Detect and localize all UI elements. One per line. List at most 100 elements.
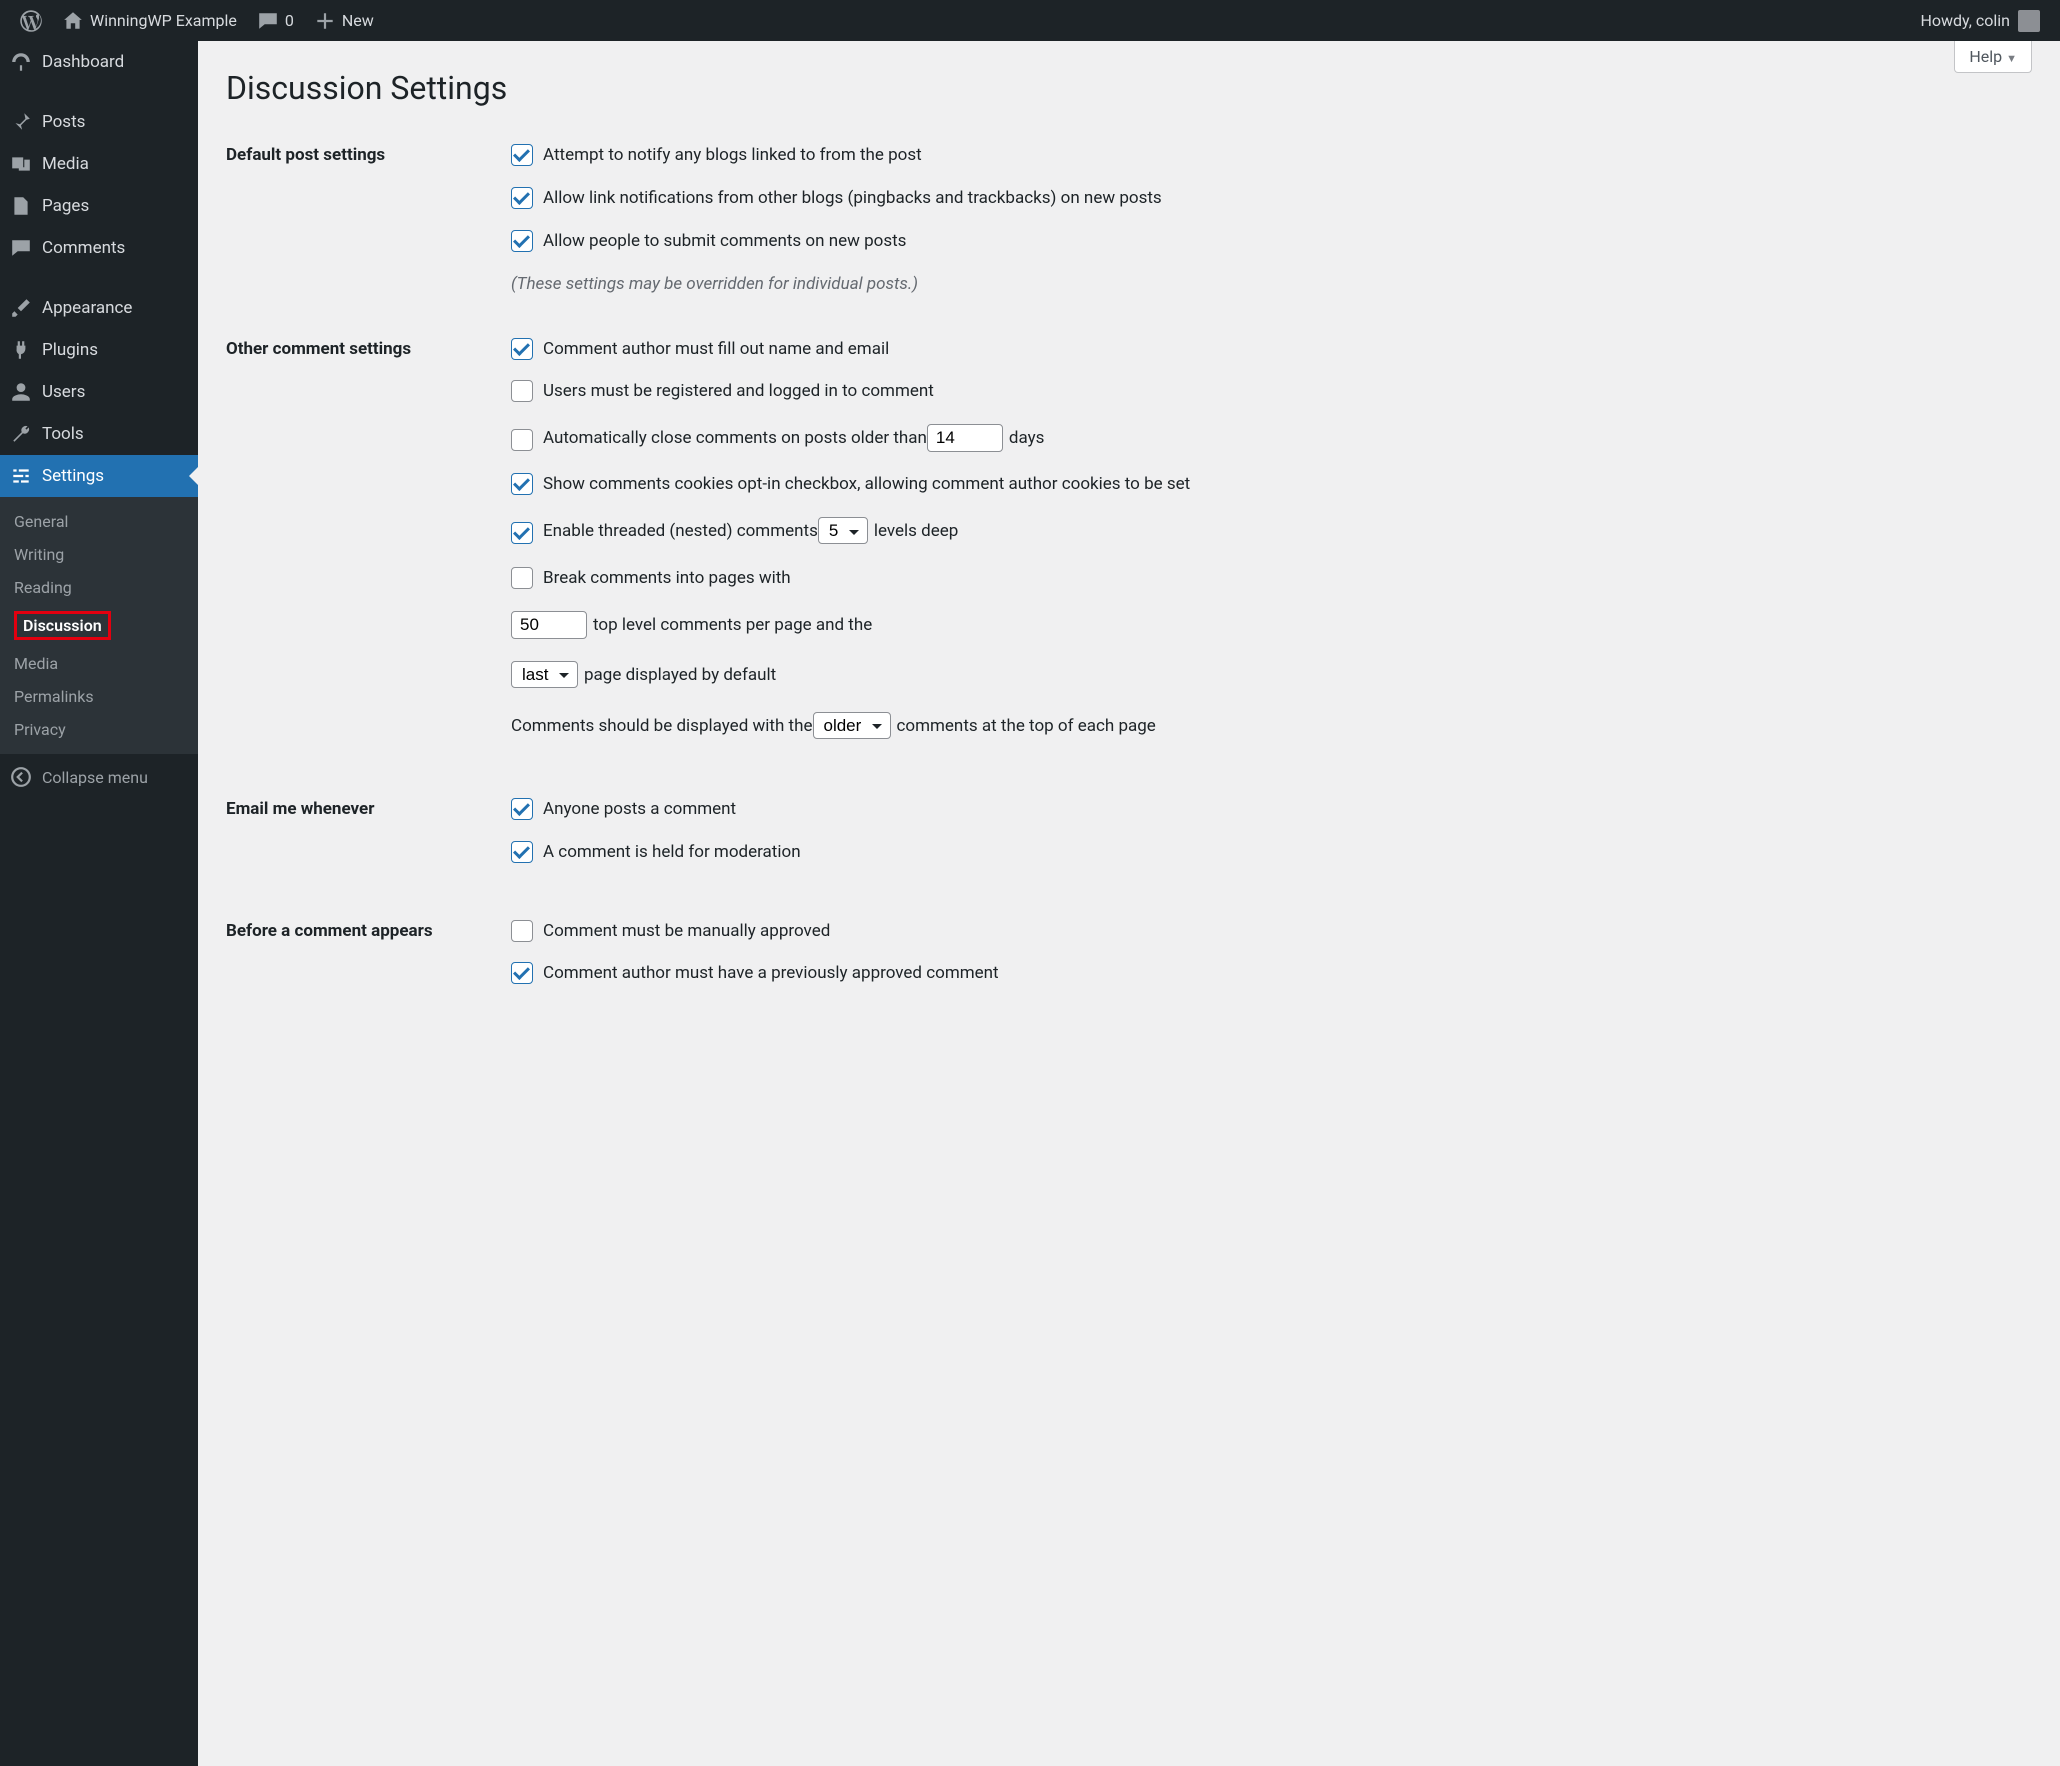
autoclose-days-input[interactable] xyxy=(927,424,1003,452)
require-registration-label: Users must be registered and logged in t… xyxy=(543,377,2022,406)
cookies-optin-label: Show comments cookies opt-in checkbox, a… xyxy=(543,470,2022,499)
sidebar-item-comments[interactable]: Comments xyxy=(0,227,198,269)
threaded-post: levels deep xyxy=(874,517,958,546)
home-icon xyxy=(62,10,84,32)
submenu-writing[interactable]: Writing xyxy=(0,538,198,571)
paginate-label: Break comments into pages with xyxy=(543,564,2022,593)
sidebar-item-dashboard[interactable]: Dashboard xyxy=(0,41,198,83)
help-tab[interactable]: Help▼ xyxy=(1954,41,2032,73)
manual-approve-label: Comment must be manually approved xyxy=(543,917,2022,946)
pin-icon xyxy=(10,111,32,133)
howdy-text: Howdy, colin xyxy=(1920,11,2010,30)
autoclose-post: days xyxy=(1009,424,1045,453)
order-select[interactable]: older xyxy=(813,712,891,739)
sidebar-item-pages[interactable]: Pages xyxy=(0,185,198,227)
prev-approved-checkbox[interactable] xyxy=(511,962,533,984)
cookies-optin-checkbox[interactable] xyxy=(511,473,533,495)
comment-icon xyxy=(257,10,279,32)
wrench-icon xyxy=(10,423,32,445)
sidebar-label: Dashboard xyxy=(42,52,124,72)
sidebar-label: Posts xyxy=(42,112,85,132)
settings-submenu: General Writing Reading Discussion Media… xyxy=(0,497,198,754)
email-anyone-posts-checkbox[interactable] xyxy=(511,798,533,820)
sidebar-label: Pages xyxy=(42,196,89,216)
sidebar-label: Comments xyxy=(42,238,125,258)
sidebar-item-settings[interactable]: Settings xyxy=(0,455,198,497)
manual-approve-checkbox[interactable] xyxy=(511,920,533,942)
page-default-post: page displayed by default xyxy=(584,661,776,690)
notify-linked-blogs-checkbox[interactable] xyxy=(511,144,533,166)
site-name: WinningWP Example xyxy=(90,11,237,30)
paginate-checkbox[interactable] xyxy=(511,567,533,589)
require-name-email-checkbox[interactable] xyxy=(511,338,533,360)
collapse-icon xyxy=(10,766,32,788)
comments-count: 0 xyxy=(285,11,294,30)
site-link[interactable]: WinningWP Example xyxy=(52,0,247,41)
content-area: Help▼ Discussion Settings Default post s… xyxy=(198,41,2060,1766)
section-default-post: Default post settings xyxy=(226,123,501,317)
sidebar-item-media[interactable]: Media xyxy=(0,143,198,185)
per-page-post: top level comments per page and the xyxy=(593,611,872,640)
user-icon xyxy=(10,381,32,403)
sidebar-label: Appearance xyxy=(42,298,132,318)
collapse-label: Collapse menu xyxy=(42,768,148,787)
sidebar-label: Settings xyxy=(42,466,104,486)
wp-logo[interactable] xyxy=(10,0,52,41)
admin-bar: WinningWP Example 0 New Howdy, colin xyxy=(0,0,2060,41)
default-post-note: (These settings may be overridden for in… xyxy=(511,270,2022,299)
per-page-input[interactable] xyxy=(511,611,587,639)
require-registration-checkbox[interactable] xyxy=(511,380,533,402)
notify-linked-blogs-label: Attempt to notify any blogs linked to fr… xyxy=(543,141,2022,170)
comments-link[interactable]: 0 xyxy=(247,0,304,41)
submenu-privacy[interactable]: Privacy xyxy=(0,713,198,746)
order-pre: Comments should be displayed with the xyxy=(511,712,813,741)
section-before: Before a comment appears xyxy=(226,899,501,1021)
sidebar-item-posts[interactable]: Posts xyxy=(0,101,198,143)
section-email: Email me whenever xyxy=(226,777,501,899)
require-name-email-label: Comment author must fill out name and em… xyxy=(543,335,2022,364)
threaded-levels-select[interactable]: 5 xyxy=(818,517,868,544)
admin-sidebar: Dashboard Posts Media Pages Comments App… xyxy=(0,41,198,1766)
allow-pingbacks-checkbox[interactable] xyxy=(511,187,533,209)
collapse-menu[interactable]: Collapse menu xyxy=(0,754,198,800)
comment-icon xyxy=(10,237,32,259)
wordpress-icon xyxy=(20,10,42,32)
submenu-permalinks[interactable]: Permalinks xyxy=(0,680,198,713)
new-link[interactable]: New xyxy=(304,0,384,41)
prev-approved-label: Comment author must have a previously ap… xyxy=(543,959,2022,988)
sidebar-item-tools[interactable]: Tools xyxy=(0,413,198,455)
threaded-pre: Enable threaded (nested) comments xyxy=(543,517,818,546)
pages-icon xyxy=(10,195,32,217)
email-moderation-label: A comment is held for moderation xyxy=(543,838,2022,867)
email-moderation-checkbox[interactable] xyxy=(511,841,533,863)
allow-comments-label: Allow people to submit comments on new p… xyxy=(543,227,2022,256)
sidebar-label: Tools xyxy=(42,424,84,444)
order-post: comments at the top of each page xyxy=(897,712,1156,741)
submenu-discussion[interactable]: Discussion xyxy=(0,604,198,647)
email-anyone-posts-label: Anyone posts a comment xyxy=(543,795,2022,824)
threaded-checkbox[interactable] xyxy=(511,522,533,544)
page-title: Discussion Settings xyxy=(226,41,2032,123)
new-label: New xyxy=(342,11,374,30)
media-icon xyxy=(10,153,32,175)
submenu-general[interactable]: General xyxy=(0,505,198,538)
avatar xyxy=(2018,10,2040,32)
plug-icon xyxy=(10,339,32,361)
allow-comments-checkbox[interactable] xyxy=(511,230,533,252)
submenu-media[interactable]: Media xyxy=(0,647,198,680)
sidebar-item-plugins[interactable]: Plugins xyxy=(0,329,198,371)
sliders-icon xyxy=(10,465,32,487)
sidebar-item-appearance[interactable]: Appearance xyxy=(0,287,198,329)
submenu-reading[interactable]: Reading xyxy=(0,571,198,604)
page-default-select[interactable]: last xyxy=(511,661,578,688)
sidebar-label: Users xyxy=(42,382,85,402)
autoclose-checkbox[interactable] xyxy=(511,429,533,451)
sidebar-label: Media xyxy=(42,154,89,174)
chevron-down-icon: ▼ xyxy=(2006,52,2017,65)
plus-icon xyxy=(314,10,336,32)
sidebar-label: Plugins xyxy=(42,340,98,360)
account-link[interactable]: Howdy, colin xyxy=(1904,0,2050,41)
sidebar-item-users[interactable]: Users xyxy=(0,371,198,413)
allow-pingbacks-label: Allow link notifications from other blog… xyxy=(543,184,2022,213)
brush-icon xyxy=(10,297,32,319)
